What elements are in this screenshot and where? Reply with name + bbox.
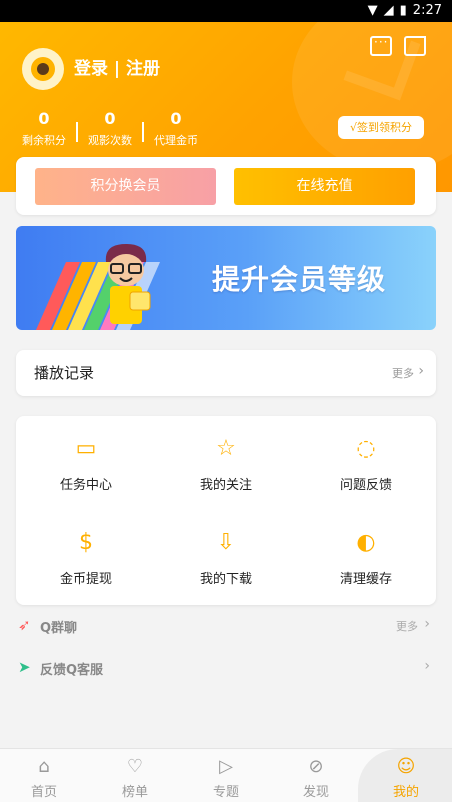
banner-title: 提升会员等级 xyxy=(212,263,387,296)
clean-icon: ◐ xyxy=(356,530,376,555)
user-icon: ☺ xyxy=(396,756,416,777)
star-icon: ☆ xyxy=(216,436,236,461)
status-time: 2:27 xyxy=(412,3,442,18)
chevron-right-icon: › xyxy=(418,363,424,379)
download-icon: ⇩ xyxy=(216,530,236,555)
tab-home[interactable]: ⌂ 首页 xyxy=(14,756,74,801)
grid-item-my-follow[interactable]: ☆ 我的关注 xyxy=(156,434,296,493)
actions-card: 积分换会员 在线充值 xyxy=(16,157,436,215)
divider xyxy=(76,122,78,142)
rocket-icon: ➶ xyxy=(18,616,31,634)
tab-topics[interactable]: ▷ 专题 xyxy=(196,756,256,801)
grid-item-withdraw[interactable]: $ 金币提现 xyxy=(16,528,156,587)
coin-dollar-icon: $ xyxy=(79,530,93,555)
stat-coins[interactable]: 0 代理金币 xyxy=(154,110,198,148)
grid-item-task-center[interactable]: ▭ 任务中心 xyxy=(16,434,156,493)
stat-views[interactable]: 0 观影次数 xyxy=(88,110,132,148)
signal-icon: ◢ xyxy=(383,3,394,18)
function-grid: ▭ 任务中心 ☆ 我的关注 ◌ 问题反馈 $ 金币提现 ⇩ 我的下载 ◐ 清理缓… xyxy=(16,416,436,605)
chevron-right-icon: › xyxy=(424,658,430,674)
cartoon-character xyxy=(105,244,151,324)
stats-row: 0 剩余积分 0 观影次数 0 代理金币 xyxy=(22,110,198,148)
grid-item-clear-cache[interactable]: ◐ 清理缓存 xyxy=(296,528,436,587)
avatar[interactable] xyxy=(22,48,64,90)
tab-discover[interactable]: ⊘ 发现 xyxy=(286,756,346,801)
signin-button[interactable]: √签到领积分 xyxy=(338,116,424,139)
share-icon[interactable] xyxy=(404,36,426,56)
login-register-link[interactable]: 登录 | 注册 xyxy=(74,54,160,79)
grid-item-feedback[interactable]: ◌ 问题反馈 xyxy=(296,434,436,493)
tab-mine[interactable]: ☺ 我的 xyxy=(376,756,436,801)
history-title: 播放记录 xyxy=(34,364,95,382)
divider xyxy=(142,122,144,142)
heart-icon: ♡ xyxy=(126,756,144,777)
status-bar: ▼ ◢ ▮ 2:27 xyxy=(0,0,452,22)
wifi-icon: ▼ xyxy=(367,3,378,18)
task-card-icon: ▭ xyxy=(75,436,97,461)
chevron-right-icon: › xyxy=(424,616,430,632)
play-box-icon: ▷ xyxy=(219,756,233,777)
history-more[interactable]: 更多 xyxy=(392,365,414,381)
feedback-bubble-icon: ◌ xyxy=(356,436,376,461)
message-icon[interactable] xyxy=(370,35,392,56)
bottom-tab-bar: ⌂ 首页 ♡ 榜单 ▷ 专题 ⊘ 发现 ☺ 我的 xyxy=(0,748,452,802)
feedback-service-row[interactable]: ➤ 反馈Q客服 › xyxy=(16,656,436,680)
recharge-button[interactable]: 在线充值 xyxy=(234,168,415,205)
tab-rankings[interactable]: ♡ 榜单 xyxy=(105,756,165,801)
compass-icon: ⊘ xyxy=(308,756,324,777)
vip-banner[interactable]: 提升会员等级 xyxy=(16,226,436,330)
stat-points[interactable]: 0 剩余积分 xyxy=(22,110,66,148)
paper-plane-icon: ➤ xyxy=(18,658,31,676)
home-icon: ⌂ xyxy=(38,756,50,777)
points-exchange-button[interactable]: 积分换会员 xyxy=(35,168,216,205)
play-history[interactable]: 播放记录 更多 › xyxy=(16,350,436,396)
q-group-row[interactable]: ➶ Q群聊 更多 › xyxy=(16,614,436,638)
grid-item-downloads[interactable]: ⇩ 我的下载 xyxy=(156,528,296,587)
battery-icon: ▮ xyxy=(399,3,407,18)
